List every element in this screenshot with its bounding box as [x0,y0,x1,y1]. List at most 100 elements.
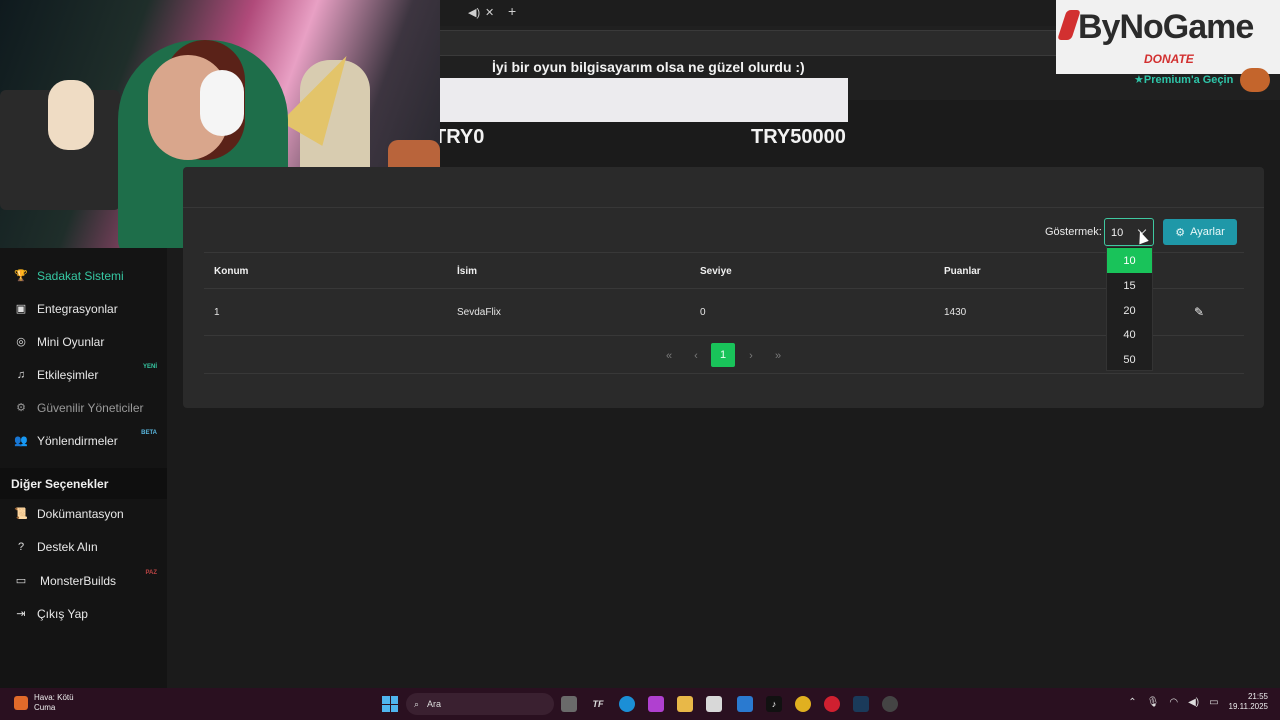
sidebar-item-label: Güvenilir Yöneticiler [37,400,144,415]
premium-label: Premium'a Geçin [1143,74,1234,86]
page-size-dropdown: 10 15 20 40 50 [1106,246,1153,371]
goal-title: İyi bir oyun bilgisayarım olsa ne güzel … [492,59,805,75]
sidebar-item-guvenilir-yoneticiler[interactable]: ⚙ Güvenilir Yöneticiler [0,391,167,424]
clock-date: 19.11.2025 [1228,702,1268,711]
store-icon[interactable] [706,696,722,712]
sidebar-item-label: Entegrasyonlar [37,301,118,316]
task-view-icon[interactable] [561,696,577,712]
prev-page-button[interactable]: ‹ [685,345,707,367]
plus-icon[interactable]: + [508,3,516,19]
steam-icon[interactable] [853,696,869,712]
avatar[interactable] [1240,68,1270,92]
page-size-option[interactable]: 10 [1107,248,1152,273]
tiktok-icon[interactable]: ♪ [766,696,782,712]
weather-text: Hava: Kötü Cuma [34,693,74,713]
microphone-icon[interactable]: 🎙 [1147,697,1160,708]
clock-time: 21:55 [1247,692,1268,701]
volume-icon[interactable]: ◀) [1188,697,1199,708]
sidebar-section-title: Diğer Seçenekler [0,468,167,499]
taskbar: Hava: Kötü Cuma ⌕ Ara TF ♪ ⌃ 🎙 ◠ ◀) ▭ 21… [0,688,1280,720]
wifi-icon[interactable]: ◠ [1169,697,1178,708]
sidebar-item-label: Dokümantasyon [37,506,124,521]
taskbar-search[interactable]: ⌕ Ara [406,693,554,715]
cell-konum: 1 [214,307,220,318]
system-tray: ⌃ 🎙 ◠ ◀) ▭ 21:55 19.11.2025 [1128,692,1268,712]
scroll-icon: 📜 [14,508,28,520]
copilot-icon[interactable] [648,696,664,712]
question-icon: ? [17,540,25,553]
weather-title: Hava: Kötü [34,693,74,702]
laptop-icon: ▭ [15,575,27,587]
loyalty-card: Göstermek: 10 ⚙ Ayarlar Konum İsim Seviy… [183,167,1264,408]
column-header-isim[interactable]: İsim [457,266,477,277]
chrome-icon[interactable] [795,696,811,712]
page-size-select[interactable]: 10 [1104,218,1154,246]
opera-icon[interactable] [824,696,840,712]
folder-icon[interactable] [677,696,693,712]
speaker-icon[interactable]: ◀) [468,6,480,19]
page-size-option[interactable]: 50 [1107,347,1152,372]
donate-label: DONATE [1144,52,1194,66]
bunny-plush [48,80,94,150]
goal-progress-bar [434,78,848,122]
table-header: Konum İsim Seviye Puanlar [204,252,1244,289]
goal-min-label: TRY0 [434,126,485,148]
cell-isim: SevdaFlix [457,307,501,318]
page-size-option[interactable]: 15 [1107,273,1152,298]
sidebar-item-label: Etkileşimler [37,367,99,382]
search-icon: ⌕ [414,698,420,709]
clock[interactable]: 21:55 19.11.2025 [1229,692,1268,712]
card-header [183,167,1264,208]
current-page-button[interactable]: 1 [711,343,735,367]
trophy-icon: 🏆 [14,270,28,282]
premium-link[interactable]: ★Premium'a Geçin [1134,73,1233,86]
chevron-up-icon[interactable]: ⌃ [1128,697,1136,708]
sidebar-item-dokumantasyon[interactable]: 📜 Dokümantasyon [0,497,167,530]
page-size-option[interactable]: 20 [1107,298,1152,323]
sidebar-item-cikis-yap[interactable]: ⇥ Çıkış Yap [0,597,167,630]
obs-icon[interactable] [882,696,898,712]
next-page-button[interactable]: › [740,345,762,367]
app-icon[interactable] [737,696,753,712]
page-size-label: Göstermek: [1045,226,1102,238]
pagination: « ‹ 1 › » [204,336,1244,374]
goal-max-label: TRY50000 [751,126,846,148]
sidebar-item-mini-oyunlar[interactable]: ◎ Mini Oyunlar [0,325,167,358]
cell-seviye: 0 [700,307,706,318]
sidebar-item-entegrasyonlar[interactable]: ▣ Entegrasyonlar [0,292,167,325]
sidebar-item-label: MonsterBuilds [40,573,117,588]
windows-start-icon[interactable] [382,696,398,712]
users-cog-icon: ⚙ [16,402,26,414]
column-header-seviye[interactable]: Seviye [700,266,732,277]
page-size-option[interactable]: 40 [1107,322,1152,347]
sidebar-item-label: Çıkış Yap [37,606,88,621]
column-header-puanlar[interactable]: Puanlar [944,266,981,277]
new-badge: YENİ [142,364,157,370]
cell-puanlar: 1430 [944,307,967,318]
sidebar-item-etkilesimler[interactable]: ♫ Etkileşimler YENİ [0,358,167,391]
sidebar-item-sadakat-sistemi[interactable]: 🏆 Sadakat Sistemi [0,259,167,292]
sidebar-item-yonlendirmeler[interactable]: 👥 Yönlendirmeler BETA [0,424,167,457]
app-icon[interactable]: TF [590,696,606,712]
first-page-button[interactable]: « [658,345,680,367]
edit-icon[interactable]: ✎ [1194,305,1204,319]
settings-label: Ayarlar [1190,226,1225,238]
weather-widget[interactable]: Hava: Kötü Cuma [14,693,74,713]
gears-icon: ⚙ [1175,226,1186,239]
close-icon[interactable]: ✕ [485,6,494,19]
sidebar-item-monsterbuilds[interactable]: ▭ MonsterBuilds PAZ [0,564,167,597]
sidebar-item-destek-alin[interactable]: ? Destek Alın [0,530,167,563]
music-icon: ♫ [16,368,26,381]
last-page-button[interactable]: » [767,345,789,367]
edge-icon[interactable] [619,696,635,712]
weather-sub: Cuma [34,703,56,712]
table-row: 1 SevdaFlix 0 1430 ✎ [204,289,1244,336]
headset [200,70,244,136]
sidebar: 🏆 Sadakat Sistemi ▣ Entegrasyonlar ◎ Min… [0,248,167,688]
beta-badge: BETA [141,430,157,436]
logout-icon: ⇥ [16,608,26,620]
monsterbuilds-badge: PAZ [145,570,157,576]
column-header-konum[interactable]: Konum [214,266,248,277]
battery-icon[interactable]: ▭ [1209,697,1218,708]
settings-button[interactable]: ⚙ Ayarlar [1163,219,1237,245]
